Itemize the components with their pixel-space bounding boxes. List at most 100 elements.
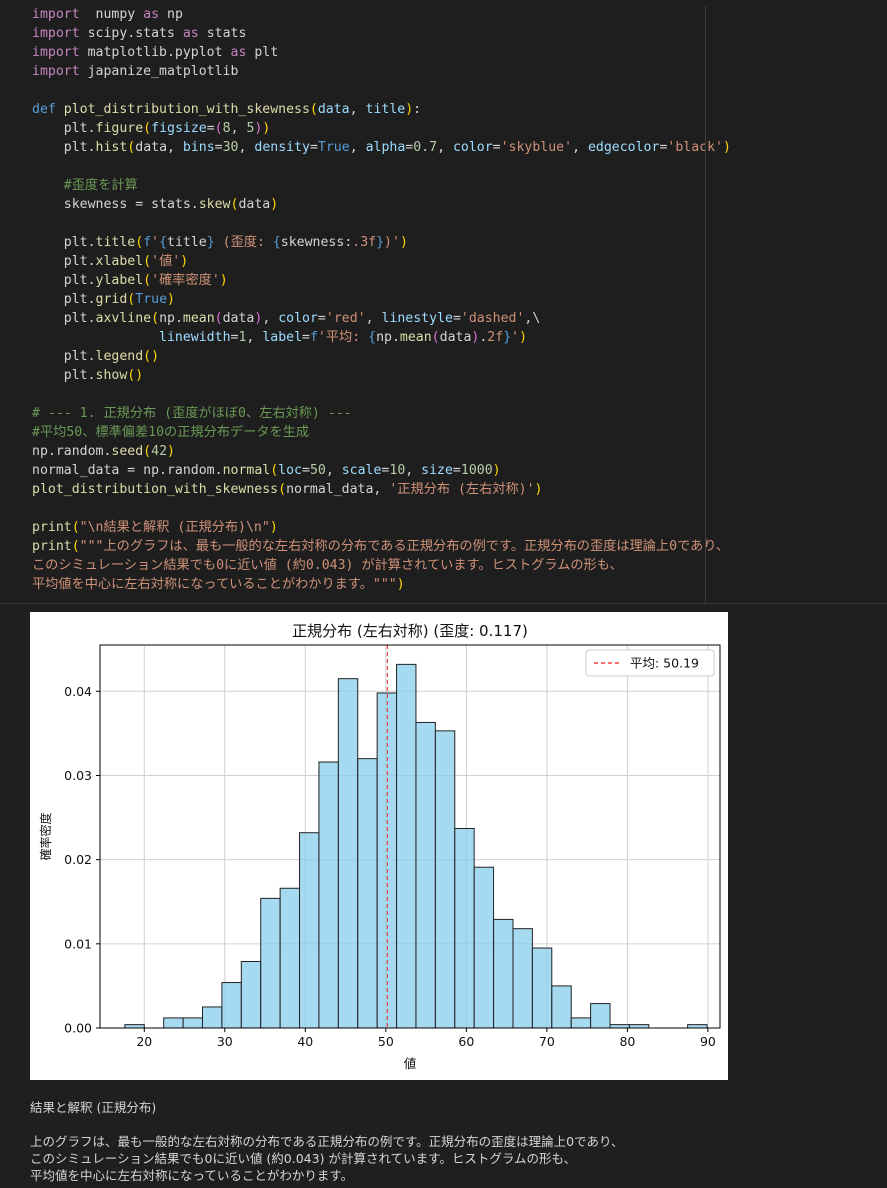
- code-token: ): [270, 197, 279, 212]
- code-token: =: [492, 140, 501, 155]
- code-token: =: [302, 330, 310, 345]
- code-token: plot_distribution_with_skewness: [32, 482, 279, 497]
- code-token: ): [180, 254, 189, 269]
- code-token: #歪度を計算: [32, 178, 138, 193]
- code-token: def: [32, 102, 64, 117]
- y-tick-label: 0.01: [64, 936, 92, 951]
- legend-label: 平均: 50.19: [630, 656, 699, 671]
- code-token: ): [269, 520, 278, 535]
- histogram-output: 20 30 40 50 60 70 80 90 0.00 0.01 0.02 0.03 0.04 正規分布…: [30, 612, 728, 1080]
- code-line: plt.figure(figsize=(8, 5)): [32, 119, 271, 138]
- code-token: "\n結果と解釈 (正規分布)\n": [79, 520, 270, 535]
- code-token: :: [413, 102, 422, 117]
- code-token: import: [32, 45, 80, 60]
- code-token: plot_distribution_with_skewness: [63, 102, 310, 117]
- code-token: ylabel: [95, 273, 144, 288]
- code-token: figsize: [151, 121, 207, 136]
- code-token: ,: [572, 140, 588, 155]
- code-token: bins: [182, 140, 215, 155]
- code-line: plt.legend(): [32, 347, 159, 366]
- code-token: # --- 1. 正規分布 (歪度がほぼ0、左右対称) ---: [32, 406, 352, 421]
- histogram-bar: [551, 985, 572, 1029]
- code-line: plt.axvline(np.mean(data), color='red', …: [32, 309, 541, 328]
- code-token: ': [511, 330, 520, 345]
- code-token: 'black': [667, 140, 723, 155]
- code-token: 30: [222, 140, 239, 155]
- code-line: linewidth=1, label=f'平均: {np.mean(data).…: [32, 328, 527, 347]
- histogram-bar: [182, 1017, 204, 1029]
- x-tick-label: 70: [539, 1034, 555, 1049]
- code-token: color: [278, 311, 318, 326]
- code-token: legend: [95, 349, 144, 364]
- code-token: np.: [376, 330, 400, 345]
- code-token: import: [32, 64, 80, 79]
- code-token: ): [262, 121, 271, 136]
- code-token: =: [317, 311, 326, 326]
- code-token: plt.: [32, 121, 96, 136]
- code-line: import matplotlib.pyplot as plt: [32, 43, 278, 62]
- x-tick-label: 30: [217, 1034, 233, 1049]
- code-token: plt.: [32, 368, 96, 383]
- code-token: ): [534, 482, 543, 497]
- code-token: figure: [95, 121, 144, 136]
- code-token: edgecolor: [587, 140, 660, 155]
- code-token: mean: [399, 330, 432, 345]
- code-token: plt.: [32, 349, 96, 364]
- code-token: seed: [111, 444, 144, 459]
- code-token: matplotlib.pyplot: [79, 45, 231, 60]
- code-token: data: [238, 197, 271, 212]
- code-token: xlabel: [95, 254, 144, 269]
- code-token: (: [71, 539, 80, 554]
- histogram-bar: [357, 758, 378, 1029]
- code-line: plt.grid(True): [32, 290, 175, 309]
- code-token: numpy: [79, 7, 144, 22]
- ruler-line: [705, 6, 706, 604]
- code-token: grid: [95, 292, 128, 307]
- histogram-bar: [512, 928, 533, 1029]
- code-token: skewness = stats.: [32, 197, 199, 212]
- code-token: '値': [151, 254, 181, 269]
- code-token: (: [309, 102, 318, 117]
- histogram-bar: [493, 918, 514, 1029]
- code-token: 'red': [325, 311, 366, 326]
- code-token: skew: [198, 197, 231, 212]
- code-cell[interactable]: import numpy as np import scipy.stats as …: [0, 0, 887, 604]
- code-token: print: [32, 539, 72, 554]
- code-token: f: [143, 235, 152, 250]
- code-token: #平均50、標準偏差10の正規分布データを生成: [32, 425, 310, 440]
- code-token: ,\: [524, 311, 541, 326]
- code-token: loc: [278, 463, 302, 478]
- code-token: (: [270, 463, 279, 478]
- code-token: normal_data,: [286, 482, 390, 497]
- x-tick-label: 20: [136, 1034, 152, 1049]
- code-token: label: [262, 330, 303, 345]
- code-line: import japanize_matplotlib: [32, 62, 238, 81]
- code-token: (: [278, 482, 287, 497]
- code-line: normal_data = np.random.normal(loc=50, s…: [32, 461, 501, 480]
- code-line: plt.hist(data, bins=30, density=True, al…: [32, 138, 731, 157]
- code-token: plt.: [32, 254, 96, 269]
- code-token: linestyle: [381, 311, 453, 326]
- code-line: plot_distribution_with_skewness(normal_d…: [32, 480, 542, 499]
- code-line: plt.show(): [32, 366, 143, 385]
- code-token: =: [309, 140, 318, 155]
- code-token: 42: [151, 444, 168, 459]
- code-token: (): [127, 368, 144, 383]
- code-token: ,: [437, 140, 453, 155]
- histogram-bar: [299, 832, 320, 1029]
- code-token: data: [222, 311, 255, 326]
- code-token: import: [32, 7, 80, 22]
- histogram-bar: [609, 1024, 630, 1029]
- histogram-bar: [590, 1003, 611, 1029]
- code-token: np.: [159, 311, 183, 326]
- code-token: .3f: [352, 235, 377, 250]
- histogram-bar: [687, 1024, 708, 1029]
- code-token: as: [230, 45, 247, 60]
- code-token: skewness:: [280, 235, 353, 250]
- code-token: (: [71, 520, 80, 535]
- code-token: (: [214, 311, 223, 326]
- code-token: japanize_matplotlib: [79, 64, 239, 79]
- histogram-bar: [318, 761, 339, 1029]
- code-token: scipy.stats: [79, 26, 183, 41]
- histogram-bar: [124, 1024, 145, 1029]
